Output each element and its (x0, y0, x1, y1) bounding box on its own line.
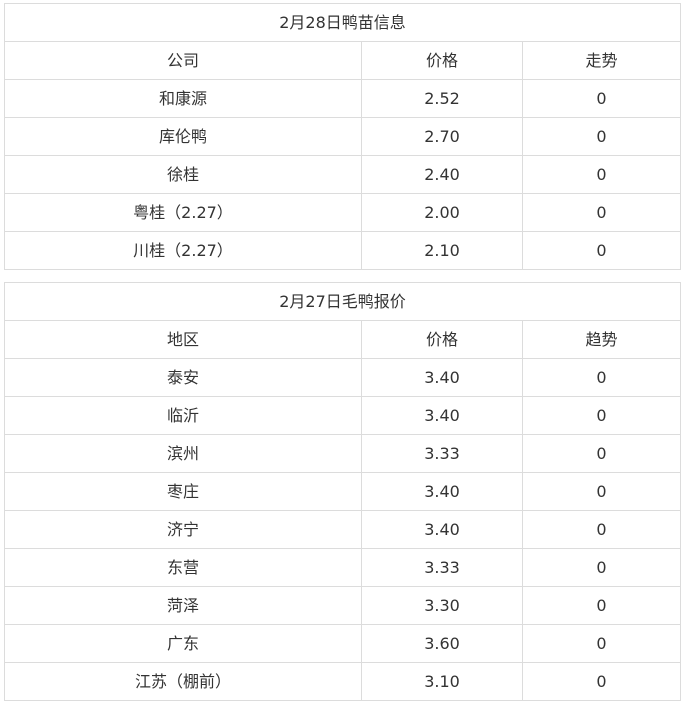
cell-price: 3.40 (361, 358, 523, 397)
cell-company: 徐桂 (4, 155, 362, 194)
cell-company: 粤桂（2.27） (4, 193, 362, 232)
table-row: 粤桂（2.27） 2.00 0 (4, 193, 681, 232)
cell-price: 2.52 (361, 79, 523, 118)
cell-trend: 0 (522, 231, 681, 270)
table-row: 泰安 3.40 0 (4, 358, 681, 397)
cell-company: 库伦鸭 (4, 117, 362, 156)
cell-region: 滨州 (4, 434, 362, 473)
cell-company: 川桂（2.27） (4, 231, 362, 270)
table-title: 2月28日鸭苗信息 (4, 3, 681, 42)
cell-price: 2.10 (361, 231, 523, 270)
table-title-row: 2月28日鸭苗信息 (4, 3, 681, 42)
cell-trend: 0 (522, 510, 681, 549)
cell-trend: 0 (522, 472, 681, 511)
cell-price: 3.33 (361, 434, 523, 473)
table-header-row: 地区 价格 趋势 (4, 320, 681, 359)
cell-region: 广东 (4, 624, 362, 663)
cell-trend: 0 (522, 117, 681, 156)
cell-trend: 0 (522, 434, 681, 473)
cell-trend: 0 (522, 79, 681, 118)
cell-trend: 0 (522, 624, 681, 663)
duck-price-table: 2月27日毛鸭报价 地区 价格 趋势 泰安 3.40 0 临沂 3.40 0 滨… (4, 282, 681, 701)
cell-region: 枣庄 (4, 472, 362, 511)
cell-trend: 0 (522, 548, 681, 587)
cell-price: 3.33 (361, 548, 523, 587)
cell-trend: 0 (522, 155, 681, 194)
cell-region: 菏泽 (4, 586, 362, 625)
table-row: 徐桂 2.40 0 (4, 155, 681, 194)
cell-trend: 0 (522, 358, 681, 397)
cell-price: 2.40 (361, 155, 523, 194)
table-row: 库伦鸭 2.70 0 (4, 117, 681, 156)
cell-price: 3.40 (361, 510, 523, 549)
table-row: 济宁 3.40 0 (4, 510, 681, 549)
cell-price: 3.60 (361, 624, 523, 663)
table-row: 东营 3.33 0 (4, 548, 681, 587)
table-row: 广东 3.60 0 (4, 624, 681, 663)
table-title: 2月27日毛鸭报价 (4, 282, 681, 321)
column-header-trend: 趋势 (522, 320, 681, 359)
cell-company: 和康源 (4, 79, 362, 118)
column-header-trend: 走势 (522, 41, 681, 80)
column-header-price: 价格 (361, 41, 523, 80)
column-header-company: 公司 (4, 41, 362, 80)
table-row: 江苏（棚前） 3.10 0 (4, 662, 681, 701)
cell-price: 3.40 (361, 396, 523, 435)
cell-region: 临沂 (4, 396, 362, 435)
cell-region: 泰安 (4, 358, 362, 397)
cell-trend: 0 (522, 396, 681, 435)
cell-trend: 0 (522, 586, 681, 625)
table-title-row: 2月27日毛鸭报价 (4, 282, 681, 321)
column-header-price: 价格 (361, 320, 523, 359)
table-row: 川桂（2.27） 2.10 0 (4, 231, 681, 270)
column-header-region: 地区 (4, 320, 362, 359)
table-row: 临沂 3.40 0 (4, 396, 681, 435)
cell-region: 江苏（棚前） (4, 662, 362, 701)
cell-price: 3.40 (361, 472, 523, 511)
cell-trend: 0 (522, 193, 681, 232)
cell-price: 3.10 (361, 662, 523, 701)
table-row: 菏泽 3.30 0 (4, 586, 681, 625)
cell-price: 2.70 (361, 117, 523, 156)
table-row: 滨州 3.33 0 (4, 434, 681, 473)
cell-region: 东营 (4, 548, 362, 587)
cell-region: 济宁 (4, 510, 362, 549)
table-row: 枣庄 3.40 0 (4, 472, 681, 511)
cell-price: 2.00 (361, 193, 523, 232)
duckling-price-table: 2月28日鸭苗信息 公司 价格 走势 和康源 2.52 0 库伦鸭 2.70 0… (4, 3, 681, 270)
cell-trend: 0 (522, 662, 681, 701)
table-row: 和康源 2.52 0 (4, 79, 681, 118)
table-header-row: 公司 价格 走势 (4, 41, 681, 80)
cell-price: 3.30 (361, 586, 523, 625)
